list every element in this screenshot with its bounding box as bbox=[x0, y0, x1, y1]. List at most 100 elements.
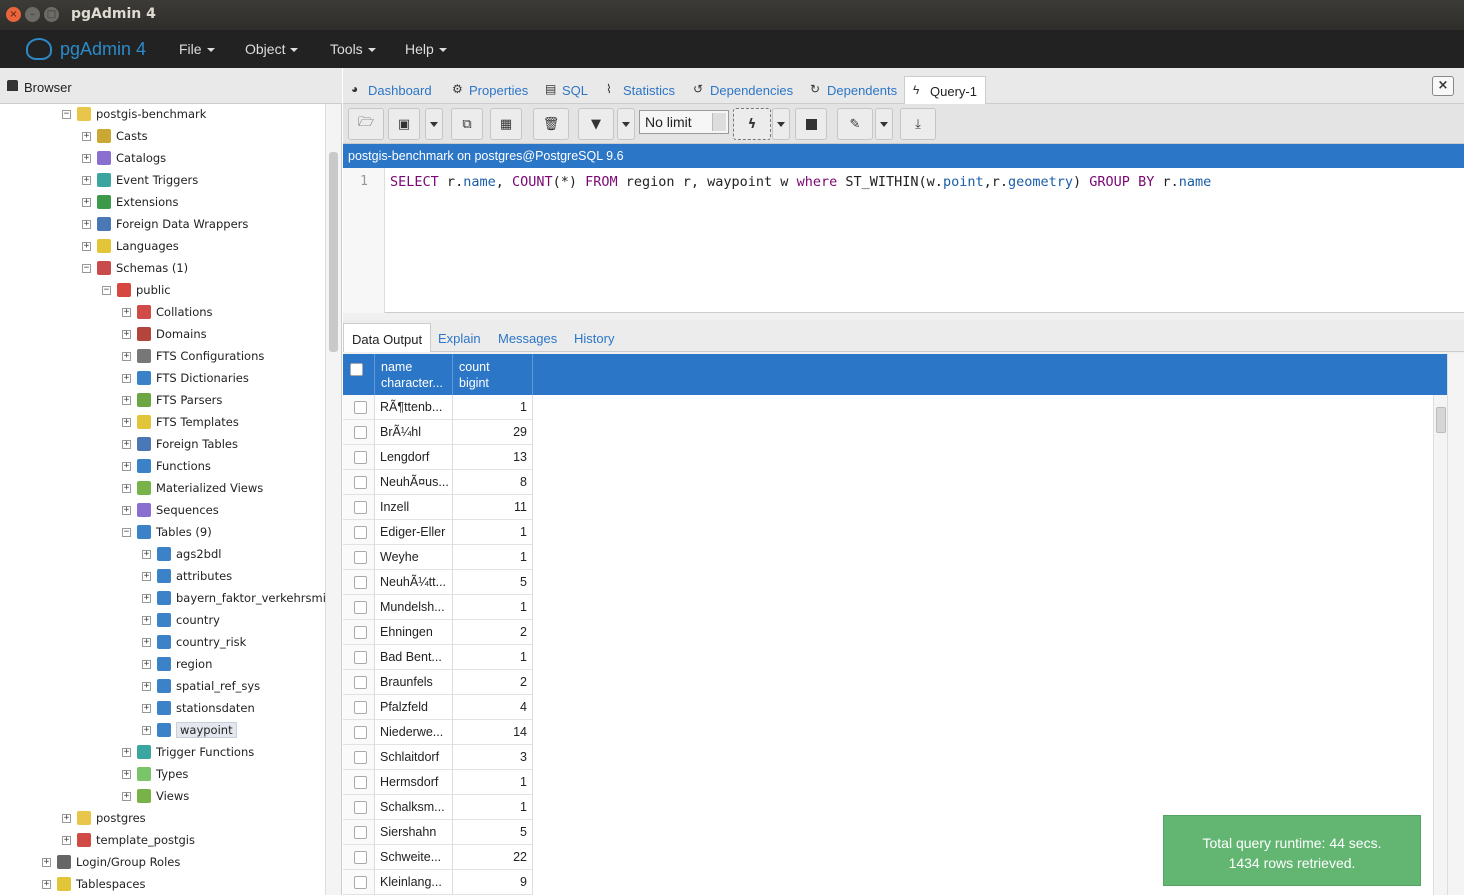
expand-icon[interactable]: + bbox=[122, 483, 131, 493]
row-checkbox[interactable] bbox=[354, 751, 367, 764]
tree-node[interactable]: − Tables (9) bbox=[122, 522, 212, 542]
tree-node[interactable]: + Trigger Functions bbox=[122, 742, 254, 762]
expand-icon[interactable]: + bbox=[122, 307, 131, 317]
expand-icon[interactable]: + bbox=[142, 593, 151, 603]
row-checkbox[interactable] bbox=[354, 851, 367, 864]
table-row[interactable]: Niederwe... 14 bbox=[343, 720, 1433, 745]
row-select-cell[interactable] bbox=[343, 795, 375, 820]
cell-name[interactable]: Mundelsh... bbox=[375, 595, 453, 620]
cell-count[interactable]: 11 bbox=[453, 495, 533, 520]
cell-name[interactable]: Schweite... bbox=[375, 845, 453, 870]
tree-node[interactable]: + Languages bbox=[82, 236, 179, 256]
expand-icon[interactable]: + bbox=[82, 153, 91, 163]
cell-count[interactable]: 5 bbox=[453, 570, 533, 595]
row-select-cell[interactable] bbox=[343, 745, 375, 770]
tree-node[interactable]: + Materialized Views bbox=[122, 478, 263, 498]
row-checkbox[interactable] bbox=[354, 826, 367, 839]
expand-icon[interactable]: + bbox=[62, 813, 71, 823]
row-select-cell[interactable] bbox=[343, 470, 375, 495]
grid-scroll-thumb[interactable] bbox=[1436, 407, 1446, 433]
row-select-cell[interactable] bbox=[343, 595, 375, 620]
cell-count[interactable]: 13 bbox=[453, 445, 533, 470]
tab-dependents[interactable]: ↻ Dependents bbox=[802, 76, 905, 104]
tree-node[interactable]: + Extensions bbox=[82, 192, 178, 212]
collapse-icon[interactable]: − bbox=[122, 527, 131, 537]
tree-node[interactable]: + FTS Templates bbox=[122, 412, 239, 432]
download-button[interactable]: ⤓ bbox=[900, 108, 936, 140]
window-maximize-button[interactable]: □ bbox=[44, 7, 59, 22]
app-logo[interactable]: pgAdmin 4 bbox=[26, 38, 146, 60]
row-checkbox[interactable] bbox=[354, 676, 367, 689]
output-scrollbar[interactable] bbox=[1447, 354, 1464, 895]
cell-name[interactable]: Bad Bent... bbox=[375, 645, 453, 670]
collapse-icon[interactable]: − bbox=[82, 263, 91, 273]
copy-button[interactable]: ⧉ bbox=[451, 108, 483, 140]
expand-icon[interactable]: + bbox=[122, 747, 131, 757]
row-select-cell[interactable] bbox=[343, 620, 375, 645]
row-checkbox[interactable] bbox=[354, 776, 367, 789]
table-row[interactable]: Bad Bent... 1 bbox=[343, 645, 1433, 670]
row-checkbox[interactable] bbox=[354, 551, 367, 564]
cell-name[interactable]: Hermsdorf bbox=[375, 770, 453, 795]
cell-name[interactable]: Niederwe... bbox=[375, 720, 453, 745]
expand-icon[interactable]: + bbox=[82, 175, 91, 185]
filter-dropdown-button[interactable] bbox=[617, 108, 635, 140]
row-checkbox[interactable] bbox=[354, 801, 367, 814]
expand-icon[interactable]: + bbox=[122, 461, 131, 471]
cell-name[interactable]: BrÃ¼hl bbox=[375, 420, 453, 445]
tree-node[interactable]: + Functions bbox=[122, 456, 211, 476]
tree-node[interactable]: + FTS Parsers bbox=[122, 390, 222, 410]
cell-name[interactable]: NeuhÃ¤us... bbox=[375, 470, 453, 495]
paste-button[interactable]: ▦ bbox=[490, 108, 522, 140]
tab-query-1[interactable]: ϟ Query-1 bbox=[904, 76, 986, 104]
row-select-cell[interactable] bbox=[343, 545, 375, 570]
open-file-button[interactable]: 🗁 bbox=[348, 108, 384, 140]
tree-node[interactable]: + country_risk bbox=[142, 632, 246, 652]
cell-count[interactable]: 2 bbox=[453, 620, 533, 645]
table-row[interactable]: Schlaitdorf 3 bbox=[343, 745, 1433, 770]
tree-node[interactable]: + Foreign Tables bbox=[122, 434, 238, 454]
grid-scrollbar[interactable] bbox=[1433, 395, 1447, 895]
row-checkbox[interactable] bbox=[354, 451, 367, 464]
table-row[interactable]: Ediger-Eller 1 bbox=[343, 520, 1433, 545]
tree-node[interactable]: + Domains bbox=[122, 324, 207, 344]
row-select-cell[interactable] bbox=[343, 420, 375, 445]
tree-node[interactable]: + Catalogs bbox=[82, 148, 166, 168]
tree-node[interactable]: − postgis-benchmark bbox=[62, 104, 206, 124]
expand-icon[interactable]: + bbox=[42, 857, 51, 867]
row-select-cell[interactable] bbox=[343, 720, 375, 745]
menu-file[interactable]: File bbox=[179, 41, 215, 57]
row-select-cell[interactable] bbox=[343, 395, 375, 420]
cell-name[interactable]: Schlaitdorf bbox=[375, 745, 453, 770]
row-checkbox[interactable] bbox=[354, 401, 367, 414]
cell-name[interactable]: Schalksm... bbox=[375, 795, 453, 820]
cell-count[interactable]: 1 bbox=[453, 645, 533, 670]
tree-node[interactable]: + Event Triggers bbox=[82, 170, 198, 190]
window-minimize-button[interactable]: – bbox=[25, 7, 40, 22]
expand-icon[interactable]: + bbox=[82, 197, 91, 207]
tree-node[interactable]: − public bbox=[102, 280, 171, 300]
expand-icon[interactable]: + bbox=[122, 439, 131, 449]
expand-icon[interactable]: + bbox=[122, 351, 131, 361]
cell-count[interactable]: 8 bbox=[453, 470, 533, 495]
row-select-cell[interactable] bbox=[343, 570, 375, 595]
expand-icon[interactable]: + bbox=[142, 703, 151, 713]
tree-node[interactable]: + postgres bbox=[62, 808, 146, 828]
row-select-cell[interactable] bbox=[343, 820, 375, 845]
cell-name[interactable]: Braunfels bbox=[375, 670, 453, 695]
cell-name[interactable]: RÃ¶ttenb... bbox=[375, 395, 453, 420]
tab-properties[interactable]: ⚙ Properties bbox=[444, 76, 536, 104]
tree-node[interactable]: + Views bbox=[122, 786, 189, 806]
row-limit-select[interactable]: No limit bbox=[639, 110, 729, 134]
tree-node[interactable]: + template_postgis bbox=[62, 830, 195, 850]
filter-button[interactable]: ▼ bbox=[578, 108, 614, 140]
tree-node[interactable]: + Login/Group Roles bbox=[42, 852, 180, 872]
column-header-name[interactable]: name character... bbox=[375, 354, 453, 395]
cell-count[interactable]: 1 bbox=[453, 770, 533, 795]
save-button[interactable]: ▣ bbox=[388, 108, 420, 140]
menu-object[interactable]: Object bbox=[245, 41, 299, 57]
tree-node[interactable]: + stationsdaten bbox=[142, 698, 255, 718]
tab-sql[interactable]: ▤ SQL bbox=[537, 76, 596, 104]
table-row[interactable]: Hermsdorf 1 bbox=[343, 770, 1433, 795]
expand-icon[interactable]: + bbox=[142, 549, 151, 559]
